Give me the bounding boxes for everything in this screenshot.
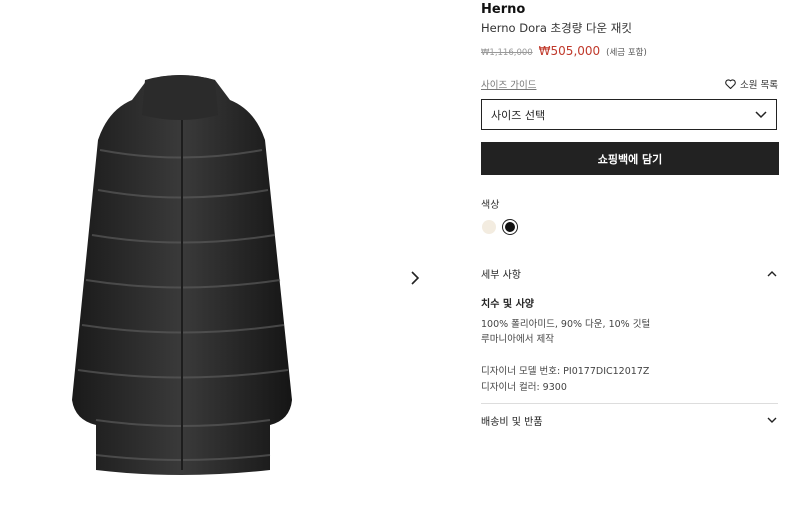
color-swatch-black[interactable]	[502, 219, 518, 235]
original-price: ₩1,116,000	[481, 48, 533, 58]
next-image-button[interactable]	[404, 266, 426, 290]
wishlist-label: 소원 목록	[740, 80, 778, 91]
detail-model-number: 디자이너 모델 번호: PI0177DIC12017Z	[481, 366, 650, 377]
color-swatch-cream[interactable]	[482, 220, 496, 234]
swatch-black-fill	[505, 222, 515, 232]
chevron-right-icon	[411, 271, 420, 285]
wishlist-button[interactable]: 소원 목록	[725, 77, 778, 91]
product-image	[0, 0, 440, 504]
details-heading: 세부 사항	[481, 270, 521, 281]
detail-material: 100% 폴리아미드, 90% 다운, 10% 깃털	[481, 319, 651, 330]
detail-origin: 루마니아에서 제작	[481, 334, 554, 345]
chevron-up-icon	[767, 271, 777, 277]
sale-price: ₩505,000	[538, 44, 601, 58]
size-select-value: 사이즈 선택	[491, 108, 546, 122]
color-label: 색상	[481, 200, 500, 211]
shipping-heading: 배송비 및 반품	[481, 417, 543, 428]
tax-note: (세금 포함)	[606, 48, 647, 58]
chevron-down-icon	[755, 110, 767, 118]
section-divider	[481, 403, 778, 404]
chevron-down-icon	[767, 417, 777, 423]
shipping-accordion-header[interactable]: 배송비 및 반품	[481, 413, 777, 428]
product-title: Herno Dora 초경량 다운 재킷	[481, 21, 632, 35]
price-row: ₩1,116,000 ₩505,000 (세금 포함)	[481, 44, 647, 58]
brand-name[interactable]: Herno	[481, 2, 525, 17]
details-subheading: 치수 및 사양	[481, 299, 534, 310]
size-select[interactable]: 사이즈 선택	[481, 99, 777, 130]
size-guide-link[interactable]: 사이즈 가이드	[481, 77, 536, 91]
detail-color-code: 디자이너 컬러: 9300	[481, 382, 567, 393]
heart-icon	[725, 79, 736, 89]
add-to-bag-button[interactable]: 쇼핑백에 담기	[481, 142, 779, 175]
details-accordion-header[interactable]: 세부 사항	[481, 266, 777, 281]
